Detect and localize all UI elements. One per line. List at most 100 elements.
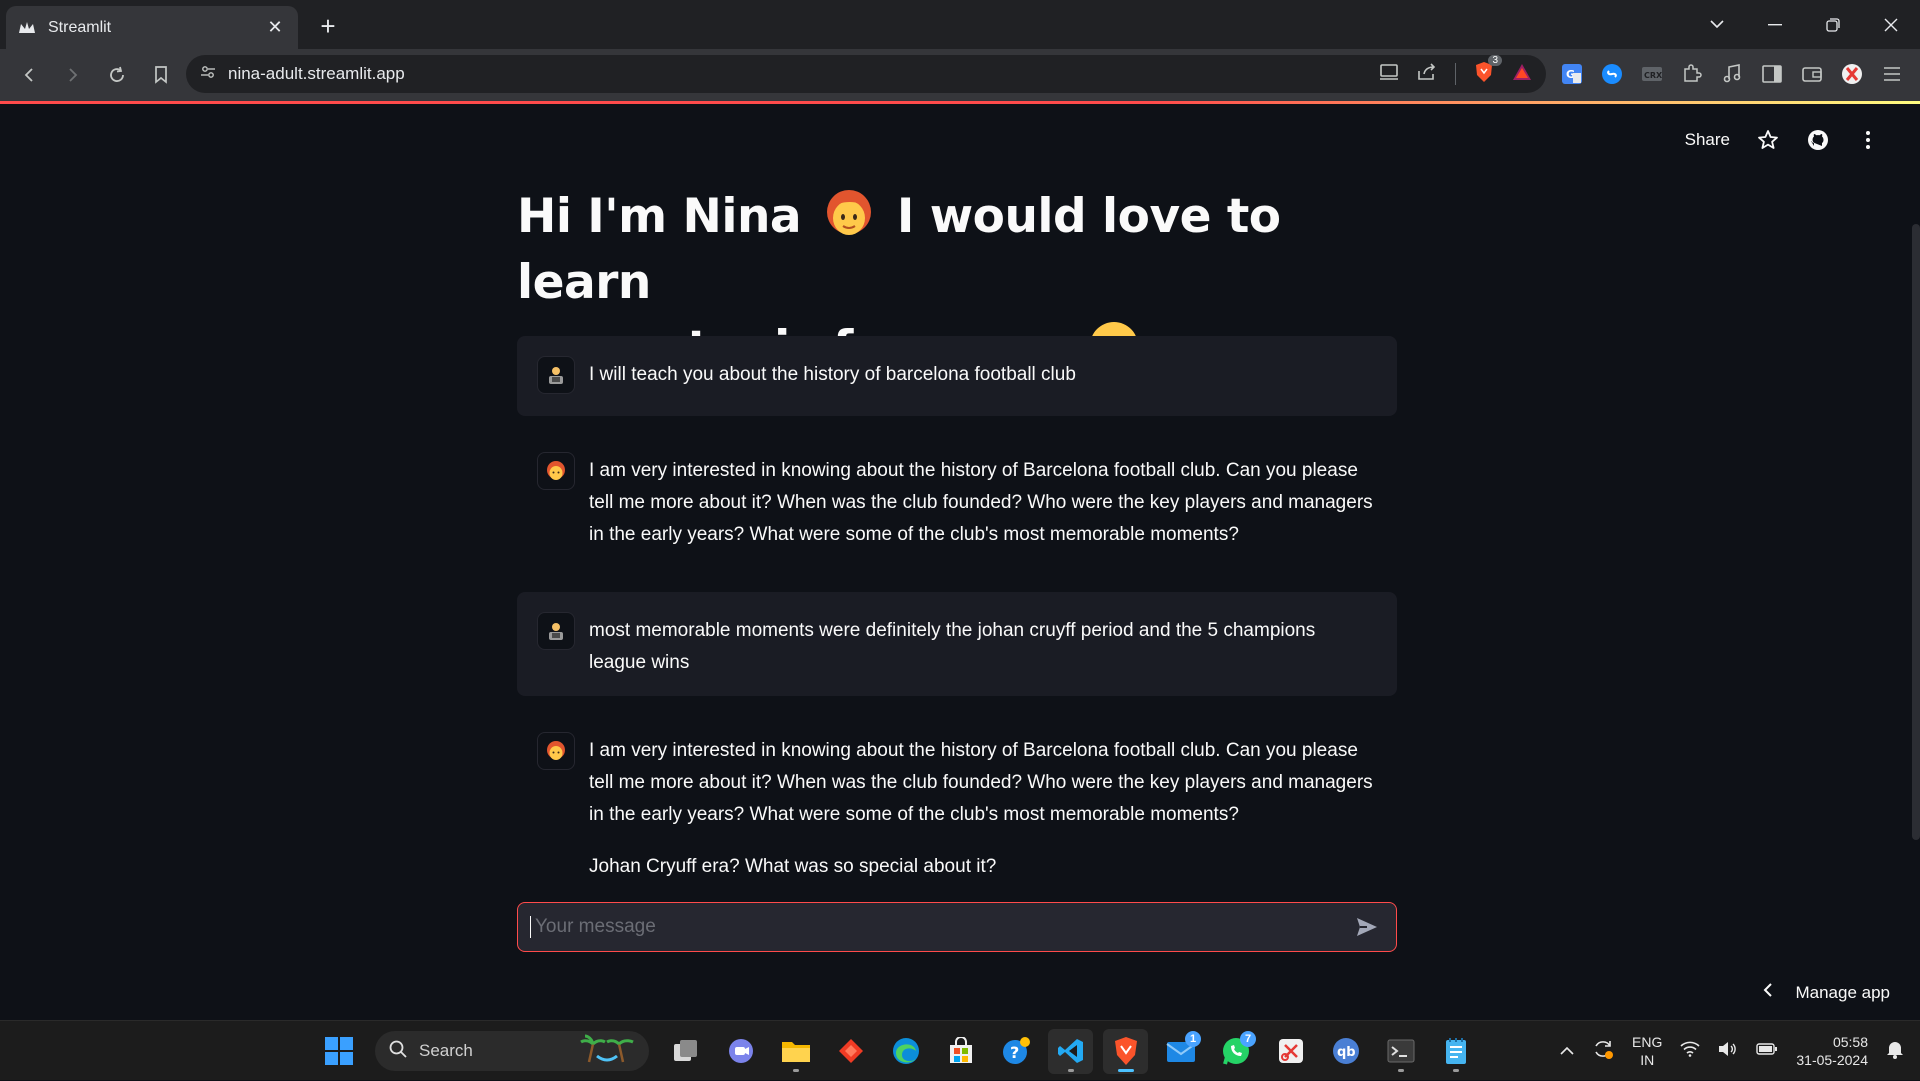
search-label: Search	[419, 1041, 473, 1060]
running-indicator	[1452, 1068, 1459, 1072]
back-icon[interactable]	[8, 55, 50, 95]
beach-palm-icon	[579, 1034, 635, 1069]
extensions-puzzle-icon[interactable]	[1675, 57, 1709, 91]
assistant-avatar-icon	[537, 732, 575, 770]
running-indicator	[792, 1068, 799, 1072]
new-tab-button[interactable]: +	[314, 11, 342, 41]
clock[interactable]: 05:58 31-05-2024	[1796, 1033, 1868, 1069]
chat-message-paragraph: I am very interested in knowing about th…	[589, 740, 1373, 825]
vscode-icon[interactable]	[1048, 1028, 1093, 1074]
shazam-icon[interactable]	[1595, 57, 1629, 91]
whatsapp-icon[interactable]: 7	[1213, 1029, 1258, 1074]
window-controls	[1688, 0, 1920, 49]
tab-close-icon[interactable]: ✕	[264, 17, 286, 39]
svg-text:CRX: CRX	[1644, 71, 1663, 80]
browser-menu-icon[interactable]	[1875, 57, 1909, 91]
forward-icon[interactable]	[52, 55, 94, 95]
clock-time: 05:58	[1832, 1034, 1868, 1050]
chat-input-container	[517, 902, 1397, 952]
snipping-tool-icon[interactable]	[1268, 1029, 1313, 1074]
close-window-icon[interactable]	[1862, 0, 1920, 49]
windows-start-icon[interactable]	[316, 1029, 361, 1074]
profile-avatar-icon[interactable]	[1835, 57, 1869, 91]
anydesk-icon[interactable]	[828, 1029, 873, 1074]
media-controls-icon[interactable]	[1715, 57, 1749, 91]
send-button[interactable]	[1350, 910, 1384, 944]
send-icon	[1357, 918, 1377, 936]
tab-title: Streamlit	[48, 18, 112, 36]
notepad-icon[interactable]	[1433, 1029, 1478, 1074]
manage-app-label: Manage app	[1795, 982, 1890, 1002]
chevron-left-icon	[1763, 982, 1773, 1003]
microsoft-store-icon[interactable]	[938, 1029, 983, 1074]
teams-chat-icon[interactable]	[718, 1029, 763, 1074]
sync-icon[interactable]	[1592, 1038, 1614, 1065]
svg-text:?: ?	[1010, 1043, 1019, 1062]
chat-input[interactable]	[530, 916, 1350, 938]
minimize-icon[interactable]	[1746, 0, 1804, 49]
browser-tab[interactable]: Streamlit ✕	[6, 6, 298, 49]
assistant-avatar-icon	[537, 452, 575, 490]
task-view-icon[interactable]	[663, 1029, 708, 1074]
manage-app-button[interactable]: Manage app	[1763, 982, 1890, 1003]
chat-message-text: most memorable moments were definitely t…	[589, 620, 1316, 673]
brave-shields-badge: 3	[1488, 54, 1502, 66]
language-code: ENG	[1632, 1034, 1663, 1050]
windows-taskbar: Search ? 1 7 qb ENG IN 05:58 31-05-2024	[0, 1020, 1920, 1080]
streamlit-app: Share Hi I'm Nina I would love to learn …	[0, 104, 1920, 1020]
help-tips-icon[interactable]: ?	[993, 1029, 1038, 1074]
share-page-icon[interactable]	[1417, 62, 1437, 86]
google-translate-icon[interactable]: G	[1555, 57, 1589, 91]
user-avatar-icon	[537, 356, 575, 394]
chat-message-text: I am very interested in knowing about th…	[589, 732, 1377, 883]
omnibox-divider	[1455, 63, 1456, 85]
show-hidden-icons-chevron-up-icon[interactable]	[1560, 1042, 1574, 1060]
star-icon[interactable]	[1756, 128, 1780, 152]
sidebar-toggle-icon[interactable]	[1755, 57, 1789, 91]
app-header: Share	[1685, 128, 1880, 152]
search-icon	[389, 1040, 407, 1063]
brave-rewards-icon[interactable]	[1512, 63, 1532, 86]
file-explorer-icon[interactable]	[773, 1029, 818, 1074]
reload-icon[interactable]	[96, 55, 138, 95]
chat-message-assistant: I am very interested in knowing about th…	[517, 712, 1397, 903]
qbittorrent-icon[interactable]: qb	[1323, 1029, 1368, 1074]
running-indicator	[1067, 1068, 1074, 1072]
wallet-icon[interactable]	[1795, 57, 1829, 91]
chat-message-text: I will teach you about the history of ba…	[589, 364, 1076, 385]
address-bar[interactable]: nina-adult.streamlit.app 3	[186, 54, 1546, 93]
extensions-bar: G CRX	[1555, 55, 1909, 93]
tab-search-icon[interactable]	[1688, 0, 1746, 49]
cast-icon[interactable]	[1379, 63, 1399, 85]
active-indicator	[1117, 1068, 1134, 1072]
page-scrollbar[interactable]	[1912, 224, 1920, 840]
whatsapp-badge: 7	[1240, 1030, 1256, 1047]
notifications-bell-icon[interactable]	[1886, 1039, 1904, 1064]
mail-icon[interactable]: 1	[1158, 1029, 1203, 1074]
brave-shields-icon[interactable]: 3	[1474, 54, 1502, 88]
bookmark-icon[interactable]	[140, 55, 182, 95]
github-icon[interactable]	[1806, 128, 1830, 152]
volume-icon[interactable]	[1718, 1041, 1738, 1062]
chat-message-assistant: I am very interested in knowing about th…	[517, 432, 1397, 571]
terminal-icon[interactable]	[1378, 1029, 1423, 1074]
main-menu-icon[interactable]	[1856, 128, 1880, 152]
taskbar-search[interactable]: Search	[375, 1031, 649, 1071]
restore-icon[interactable]	[1804, 0, 1862, 49]
chat-message-text: I am very interested in knowing about th…	[589, 460, 1373, 545]
site-info-icon[interactable]	[200, 64, 216, 85]
wifi-icon[interactable]	[1680, 1041, 1700, 1062]
chat-message-paragraph: Johan Cryuff era? What was so special ab…	[589, 856, 997, 877]
crx-extension-icon[interactable]: CRX	[1635, 57, 1669, 91]
system-tray: ENG IN 05:58 31-05-2024	[1560, 1021, 1904, 1081]
svg-text:qb: qb	[1337, 1045, 1356, 1060]
input-language[interactable]: ENG IN	[1632, 1033, 1662, 1069]
url-text: nina-adult.streamlit.app	[228, 64, 405, 83]
user-avatar-icon	[537, 612, 575, 650]
battery-icon[interactable]	[1756, 1042, 1778, 1061]
share-button[interactable]: Share	[1685, 130, 1730, 150]
title-part-1: Hi I'm Nina	[517, 189, 802, 244]
brave-browser-icon[interactable]	[1103, 1028, 1148, 1074]
chat-message-user: I will teach you about the history of ba…	[517, 336, 1397, 416]
edge-browser-icon[interactable]	[883, 1029, 928, 1074]
